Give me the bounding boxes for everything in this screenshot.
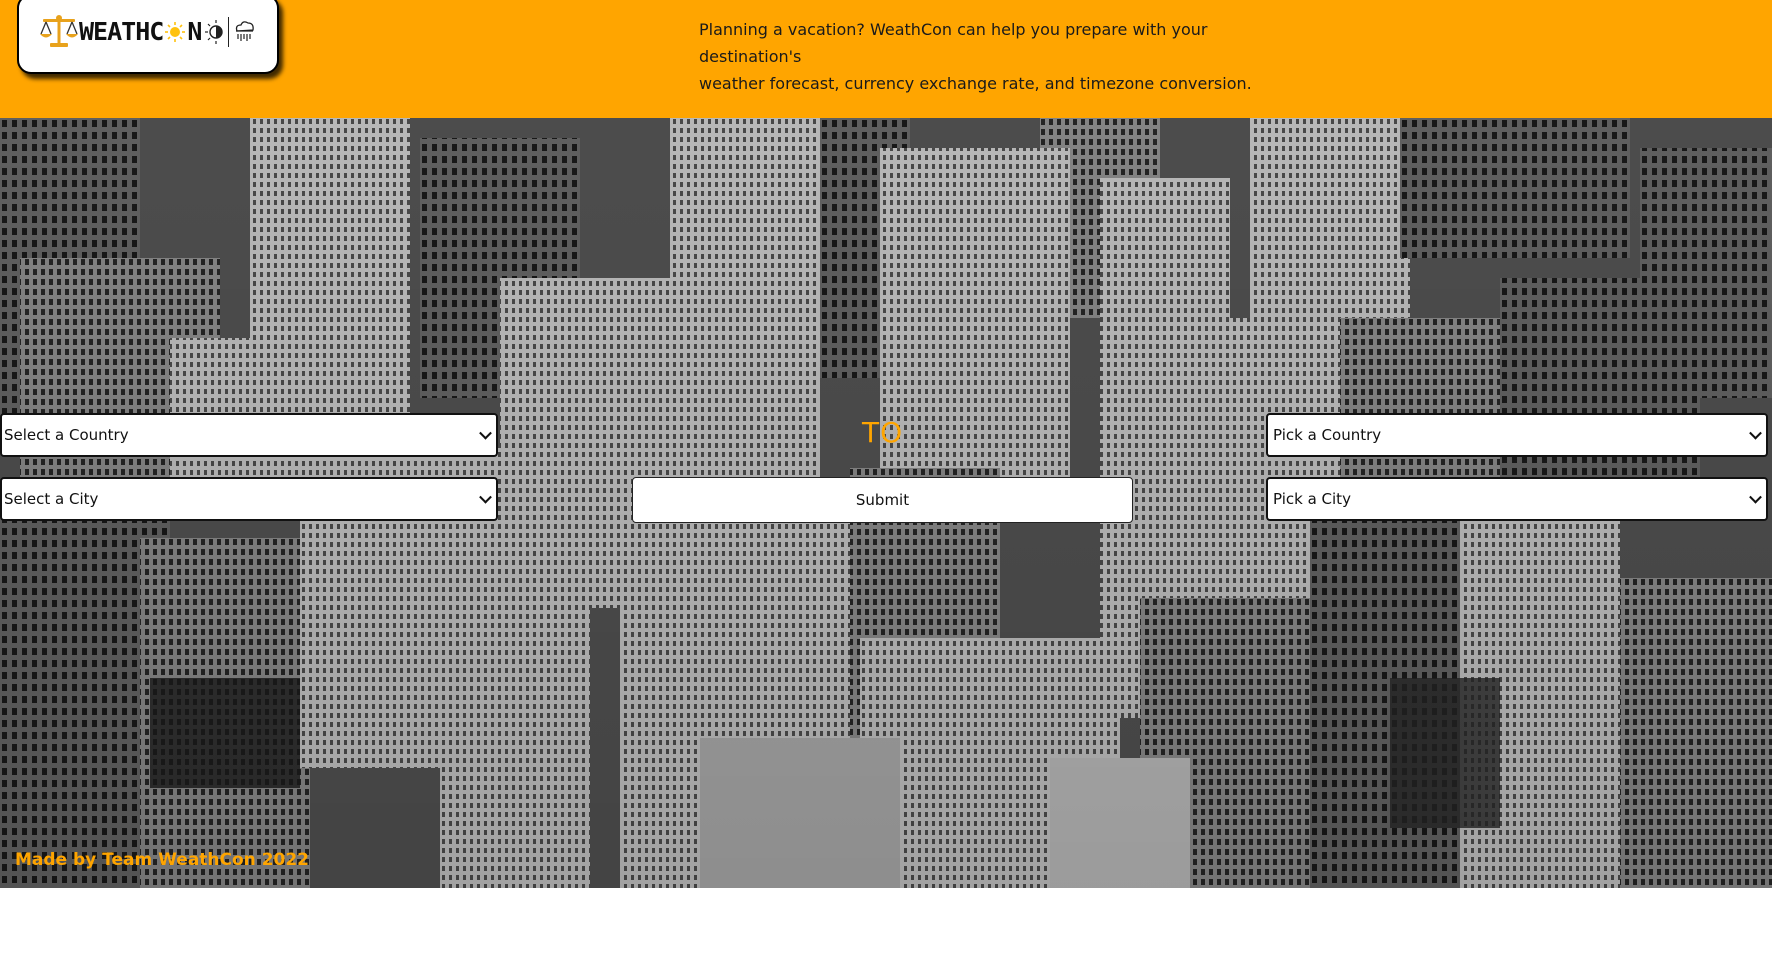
sun-icon bbox=[165, 22, 186, 42]
destination-city-select[interactable]: Pick a City bbox=[1266, 477, 1768, 521]
logo-text-before: WEATHC bbox=[79, 17, 164, 46]
origin-city-value: Select a City bbox=[4, 490, 99, 508]
destination-country-select[interactable]: Pick a Country bbox=[1266, 413, 1768, 457]
rain-cloud-icon bbox=[236, 21, 255, 41]
site-header: WEATHC N Planning a vacation? WeathCon c… bbox=[0, 0, 1772, 119]
destination-city-value: Pick a City bbox=[1273, 490, 1351, 508]
chevron-down-icon bbox=[1749, 426, 1762, 440]
chevron-down-icon bbox=[1749, 490, 1762, 504]
origin-country-value: Select a Country bbox=[4, 426, 129, 444]
tagline-line-2: weather forecast, currency exchange rate… bbox=[699, 74, 1252, 93]
logo[interactable]: WEATHC N bbox=[17, 0, 279, 74]
submit-button[interactable]: Submit bbox=[632, 477, 1133, 523]
origin-city-select[interactable]: Select a City bbox=[0, 477, 498, 521]
chevron-down-icon bbox=[479, 426, 492, 440]
logo-wordmark: WEATHC N bbox=[79, 12, 202, 52]
tagline: Planning a vacation? WeathCon can help y… bbox=[699, 16, 1299, 97]
to-connector-label: TO bbox=[862, 416, 904, 449]
sun-moon-icon bbox=[205, 20, 224, 44]
origin-country-select[interactable]: Select a Country bbox=[0, 413, 498, 457]
logo-inner: WEATHC N bbox=[39, 12, 256, 52]
logo-text-after: N bbox=[187, 17, 202, 46]
tagline-line-1: Planning a vacation? WeathCon can help y… bbox=[699, 20, 1208, 66]
footer-credit: Made by Team WeathCon 2022 bbox=[15, 850, 310, 870]
logo-divider bbox=[228, 17, 230, 47]
destination-country-value: Pick a Country bbox=[1273, 426, 1382, 444]
scale-icon bbox=[40, 15, 78, 47]
chevron-down-icon bbox=[479, 490, 492, 504]
hero-section: Select a Country Select a City TO Submit… bbox=[0, 118, 1772, 888]
